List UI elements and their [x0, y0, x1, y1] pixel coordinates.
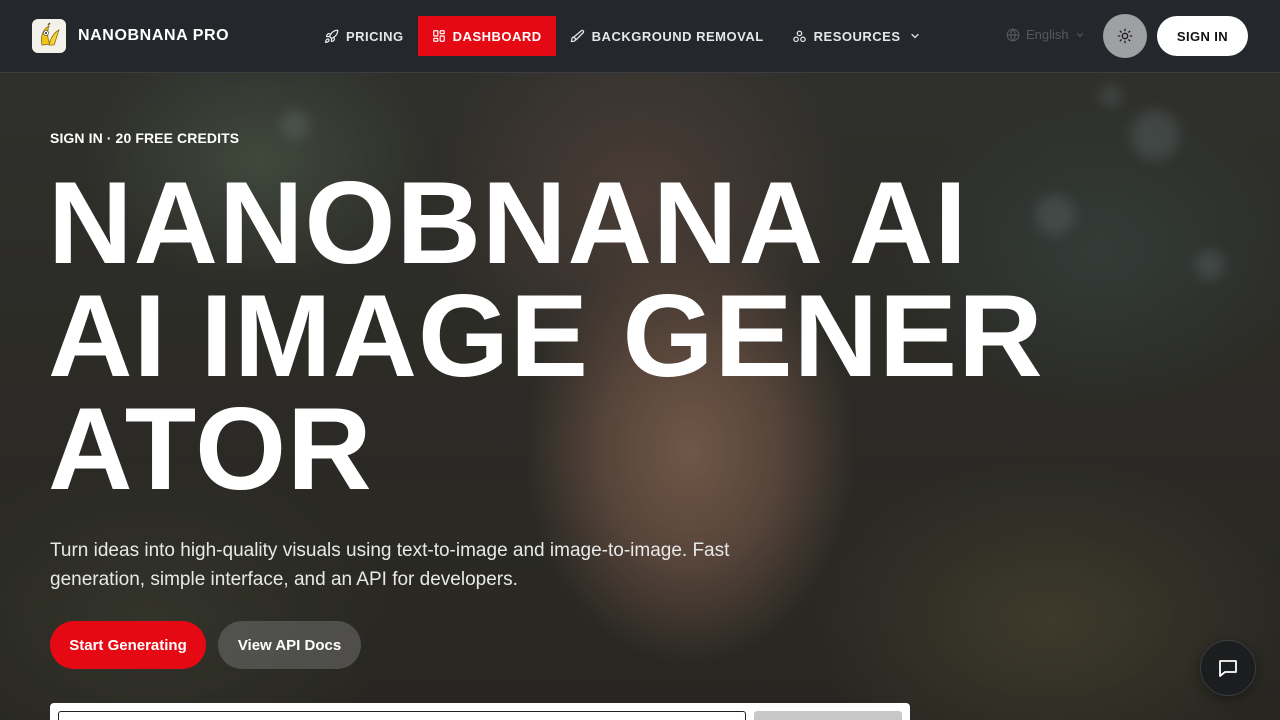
- hero-title-line: AI IMAGE GENER: [48, 270, 1044, 401]
- chevron-down-icon: [1076, 32, 1083, 37]
- sun-icon: [1117, 28, 1133, 44]
- nav-label: PRICING: [346, 28, 404, 44]
- hero-subtitle: Turn ideas into high-quality visuals usi…: [50, 540, 730, 590]
- grid-icon: [432, 30, 445, 42]
- brand-name: NANOBNANA PRO: [78, 27, 230, 44]
- nav-item-background-removal[interactable]: BACKGROUND REMOVAL: [556, 16, 778, 56]
- nav-item-pricing[interactable]: PRICING: [310, 16, 418, 56]
- rocket-icon: [324, 29, 339, 43]
- banana-logo-icon: [32, 19, 66, 53]
- sign-in-button[interactable]: SIGN IN: [1157, 16, 1248, 56]
- brush-icon: [570, 29, 584, 42]
- language-selector[interactable]: English: [1006, 27, 1085, 42]
- nav-label: DASHBOARD: [452, 28, 542, 44]
- hero-eyebrow: SIGN IN · 20 FREE CREDITS: [50, 130, 240, 146]
- chevron-down-icon: [910, 33, 919, 39]
- top-navbar: NANOBNANA PRO PRICING DASHBOARD BACKGROU…: [0, 0, 1280, 73]
- globe-icon: [1006, 27, 1020, 42]
- start-generating-button[interactable]: Start Generating: [50, 621, 206, 669]
- nav-item-resources[interactable]: RESOURCES: [778, 16, 935, 56]
- theme-toggle-button[interactable]: [1103, 14, 1147, 58]
- prompt-panel: [50, 703, 910, 720]
- nav-label: BACKGROUND REMOVAL: [591, 28, 764, 44]
- main-nav: PRICING DASHBOARD BACKGROUND REMOVAL RES…: [310, 16, 935, 56]
- hero-title: NANOBNANA AI AI IMAGE GENER ATOR: [48, 157, 1168, 514]
- view-api-docs-button[interactable]: View API Docs: [218, 621, 361, 669]
- chat-button[interactable]: [1200, 640, 1256, 696]
- brand-link[interactable]: NANOBNANA PRO: [32, 19, 229, 53]
- generate-button[interactable]: [754, 711, 902, 720]
- hero-title-line: ATOR: [48, 383, 373, 514]
- language-label: English: [1026, 27, 1069, 42]
- prompt-input[interactable]: [58, 711, 746, 720]
- cluster-icon: [792, 30, 806, 42]
- hero-title-line: NANOBNANA AI: [48, 157, 968, 288]
- nav-label: RESOURCES: [813, 28, 901, 44]
- nav-item-dashboard[interactable]: DASHBOARD: [417, 16, 556, 56]
- chat-bubble-icon: [1219, 660, 1237, 677]
